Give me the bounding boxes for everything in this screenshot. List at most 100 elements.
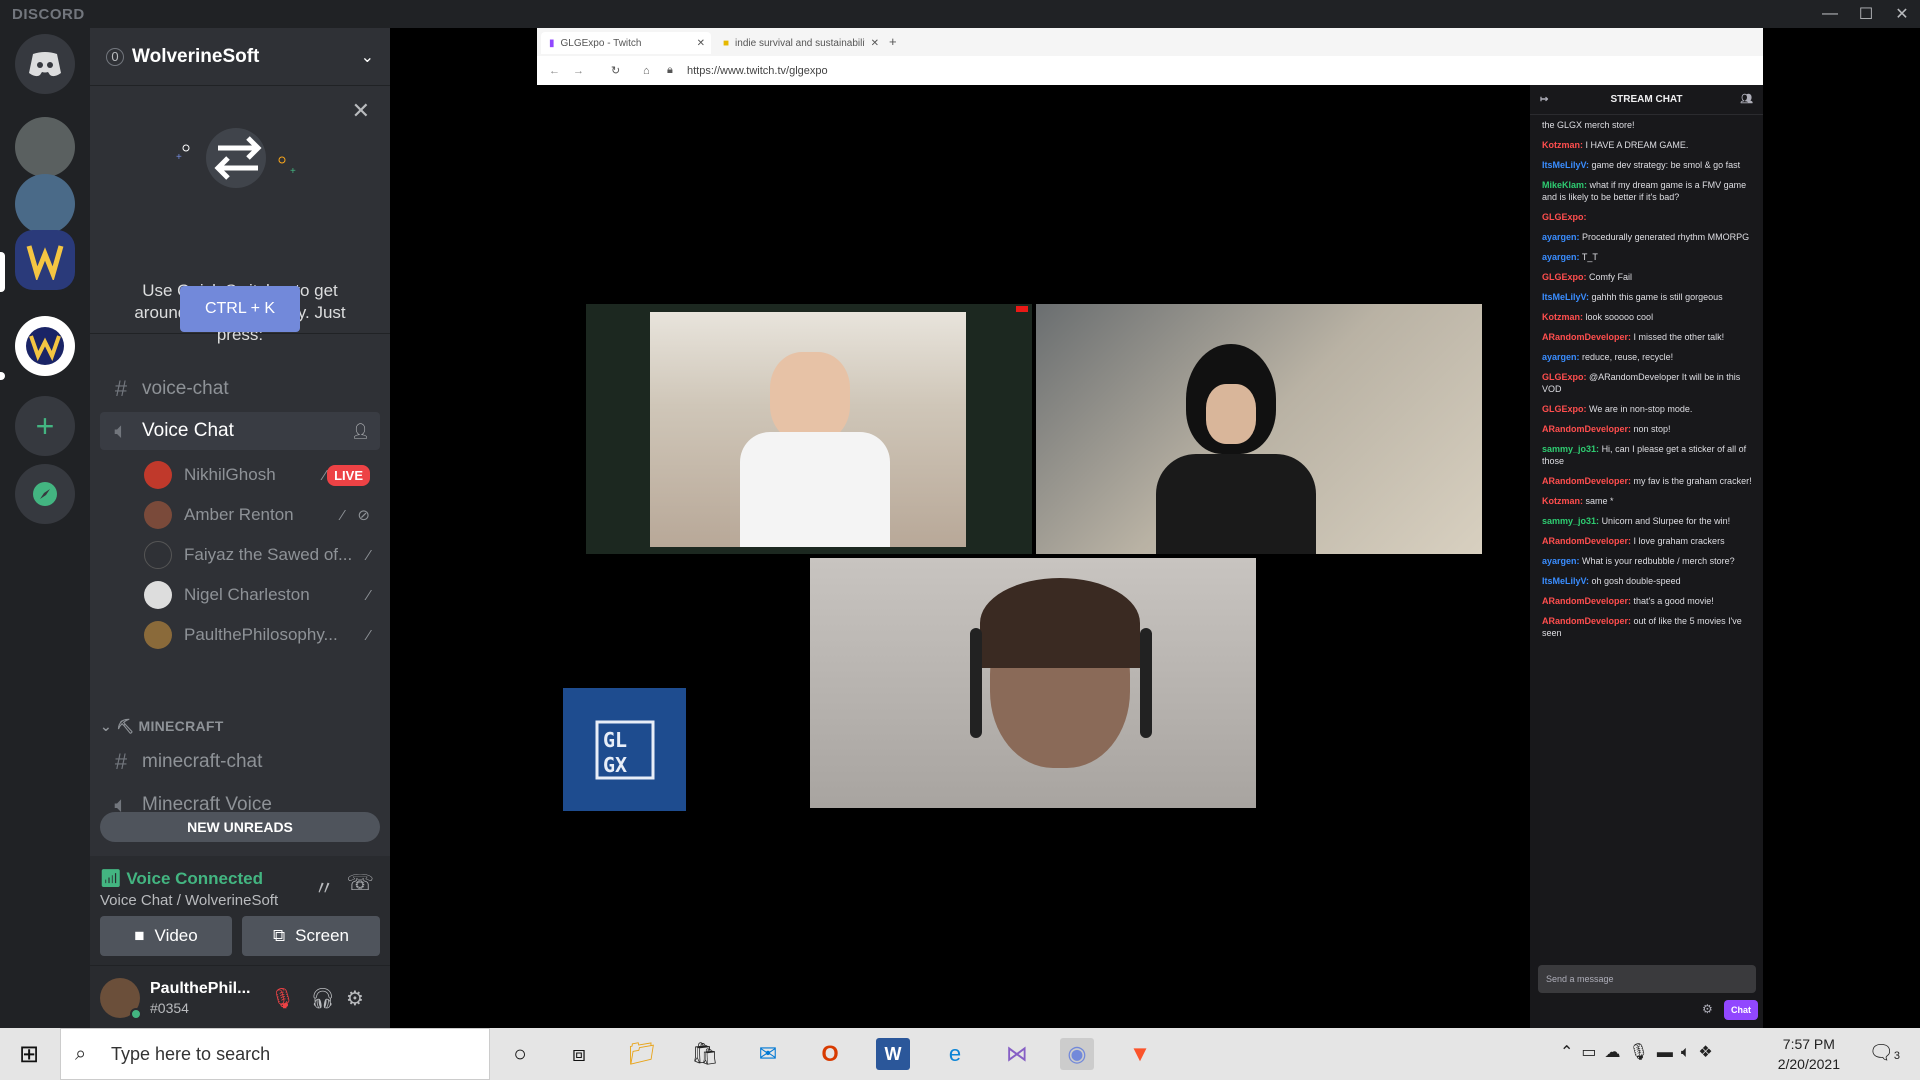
stream-view[interactable]: ▮ GLGExpo - Twitch ✕ ■ indie survival an…: [390, 28, 1920, 1028]
chat-username[interactable]: ItsMeLilyV:: [1542, 576, 1589, 586]
close-tab-icon[interactable]: ✕: [697, 38, 705, 49]
voice-connected-channel[interactable]: Voice Chat / WolverineSoft: [100, 892, 278, 909]
server-header[interactable]: 0 WolverineSoft ⌄: [90, 28, 390, 86]
chat-username[interactable]: Kotzman:: [1542, 312, 1583, 322]
chat-input[interactable]: Send a message: [1538, 965, 1756, 993]
chat-username[interactable]: sammy_jo31:: [1542, 516, 1599, 526]
chat-username[interactable]: ARandomDeveloper:: [1542, 616, 1631, 626]
live-badge[interactable]: LIVE: [327, 464, 370, 486]
voice-user[interactable]: Amber Renton ⁄ ⊘: [144, 497, 380, 533]
chat-username[interactable]: ItsMeLilyV:: [1542, 292, 1589, 302]
headphones-icon[interactable]: 🎧︎: [310, 986, 335, 1011]
chat-username[interactable]: GLGExpo:: [1542, 212, 1587, 222]
voice-user[interactable]: NikhilGhosh ⁄ LIVE: [144, 457, 380, 493]
voice-user[interactable]: Faiyaz the Sawed of... ⁄: [144, 537, 380, 573]
chat-username[interactable]: ARandomDeveloper:: [1542, 332, 1631, 342]
chat-text: look sooooo cool: [1585, 312, 1654, 322]
channel-minecraft-chat[interactable]: # minecraft-chat: [100, 743, 380, 781]
server-icon-2[interactable]: [15, 174, 75, 234]
chat-username[interactable]: Kotzman:: [1542, 496, 1583, 506]
close-window-icon[interactable]: ✕: [1884, 0, 1920, 28]
invite-icon[interactable]: 👤︎: [351, 422, 370, 440]
video-tile-1[interactable]: [586, 304, 1032, 554]
chat-username[interactable]: ayargen:: [1542, 252, 1580, 262]
video-tile-3[interactable]: [810, 558, 1256, 808]
channel-voice-chat-text[interactable]: # voice-chat: [100, 370, 380, 408]
back-icon[interactable]: ←: [549, 65, 560, 77]
chat-text: Comfy Fail: [1589, 272, 1633, 282]
taskbar-clock[interactable]: 7:57 PM 2/20/2021: [1778, 1034, 1840, 1074]
store-icon[interactable]: 🛍︎: [688, 1038, 722, 1070]
disconnect-icon[interactable]: ☏: [346, 870, 374, 896]
url-bar[interactable]: ← → ↻ ⌂ 🔒︎ https://www.twitch.tv/glgexpo: [537, 56, 1763, 85]
chat-username[interactable]: ARandomDeveloper:: [1542, 596, 1631, 606]
browser-tab-twitch[interactable]: ▮ GLGExpo - Twitch ✕: [541, 32, 711, 54]
voice-user[interactable]: Nigel Charleston ⁄: [144, 577, 380, 613]
minimize-icon[interactable]: —: [1812, 0, 1848, 28]
chat-username[interactable]: ayargen:: [1542, 352, 1580, 362]
gear-icon[interactable]: ⚙: [346, 986, 364, 1011]
voice-user[interactable]: PaulthePhilosophy... ⁄: [144, 617, 380, 653]
cortana-icon[interactable]: ○: [503, 1038, 537, 1070]
new-unreads-button[interactable]: NEW UNREADS: [100, 812, 380, 842]
chat-username[interactable]: GLGExpo:: [1542, 372, 1587, 382]
video-tile-2[interactable]: [1036, 304, 1482, 554]
chat-text: We are in non-stop mode.: [1589, 404, 1693, 414]
chat-username[interactable]: MikeKlam:: [1542, 180, 1587, 190]
add-server-icon[interactable]: +: [15, 396, 75, 456]
users-icon[interactable]: 👥︎: [1740, 94, 1753, 105]
video-button[interactable]: ■ Video: [100, 916, 232, 956]
wolverinesoft-alt-server-icon[interactable]: [15, 316, 75, 376]
chat-username[interactable]: ARandomDeveloper:: [1542, 424, 1631, 434]
chat-username[interactable]: ayargen:: [1542, 556, 1580, 566]
task-view-icon[interactable]: ⧈: [562, 1038, 596, 1070]
mail-icon[interactable]: ✉: [751, 1038, 785, 1070]
maximize-icon[interactable]: ☐: [1848, 0, 1884, 28]
windows-start-icon[interactable]: ⊞: [12, 1038, 46, 1070]
noise-suppression-icon[interactable]: 〃: [314, 872, 334, 901]
category-label: MINECRAFT: [138, 718, 224, 734]
chat-username[interactable]: GLGExpo:: [1542, 404, 1587, 414]
person-body: [1156, 454, 1316, 554]
taskbar-search[interactable]: ⌕ Type here to search: [60, 1028, 490, 1080]
chat-username[interactable]: ayargen:: [1542, 232, 1580, 242]
file-explorer-icon[interactable]: 📁︎: [625, 1038, 659, 1070]
office-icon[interactable]: O: [813, 1038, 847, 1070]
close-icon[interactable]: ✕: [352, 98, 370, 124]
screen-share-button[interactable]: ⧉ Screen: [242, 916, 380, 956]
chat-message: Kotzman: I HAVE A DREAM GAME.: [1542, 139, 1757, 151]
visual-studio-icon[interactable]: ⋈: [1000, 1038, 1034, 1070]
mute-icon[interactable]: 🎙︎: [270, 986, 295, 1011]
quick-switcher-shortcut-button[interactable]: CTRL + K: [180, 286, 300, 332]
voice-connected-status[interactable]: 📶︎ Voice Connected: [100, 869, 263, 889]
forward-icon[interactable]: →: [573, 65, 584, 77]
close-tab-icon[interactable]: ✕: [871, 38, 879, 49]
edge-icon[interactable]: e: [938, 1038, 972, 1070]
avatar: [144, 541, 172, 569]
channel-voice-chat[interactable]: 🔈︎ Voice Chat 👤︎: [100, 412, 380, 450]
word-icon[interactable]: W: [876, 1038, 910, 1070]
chat-username[interactable]: ARandomDeveloper:: [1542, 536, 1631, 546]
wolverinesoft-server-icon[interactable]: [15, 230, 75, 290]
chat-username[interactable]: ItsMeLilyV:: [1542, 160, 1589, 170]
chat-send-button[interactable]: Chat: [1724, 1000, 1758, 1020]
brave-icon[interactable]: ▼: [1123, 1038, 1157, 1070]
category-minecraft[interactable]: ⌄ ⛏︎ MINECRAFT: [100, 718, 224, 735]
chat-username[interactable]: sammy_jo31:: [1542, 444, 1599, 454]
chat-settings-icon[interactable]: ⚙: [1702, 1002, 1713, 1016]
explore-servers-icon[interactable]: [15, 464, 75, 524]
chat-username[interactable]: GLGExpo:: [1542, 272, 1587, 282]
reload-icon[interactable]: ↻: [611, 64, 620, 77]
new-tab-icon[interactable]: +: [889, 34, 897, 49]
system-tray-icons[interactable]: ⌃▭☁🎙︎▬🔈︎❖: [1560, 1042, 1721, 1062]
discord-taskbar-icon[interactable]: ◉: [1060, 1038, 1094, 1070]
chat-username[interactable]: Kotzman:: [1542, 140, 1583, 150]
chevron-down-icon[interactable]: ⌄: [361, 47, 374, 67]
chat-username[interactable]: ARandomDeveloper:: [1542, 476, 1631, 486]
discord-home-icon[interactable]: [15, 34, 75, 94]
server-icon-1[interactable]: [15, 117, 75, 177]
collapse-chat-icon[interactable]: ↦: [1540, 94, 1548, 105]
browser-tab-2[interactable]: ■ indie survival and sustainability ... …: [715, 32, 885, 54]
notifications-icon[interactable]: 🗨︎3: [1868, 1040, 1900, 1065]
home-icon[interactable]: ⌂: [643, 65, 650, 77]
